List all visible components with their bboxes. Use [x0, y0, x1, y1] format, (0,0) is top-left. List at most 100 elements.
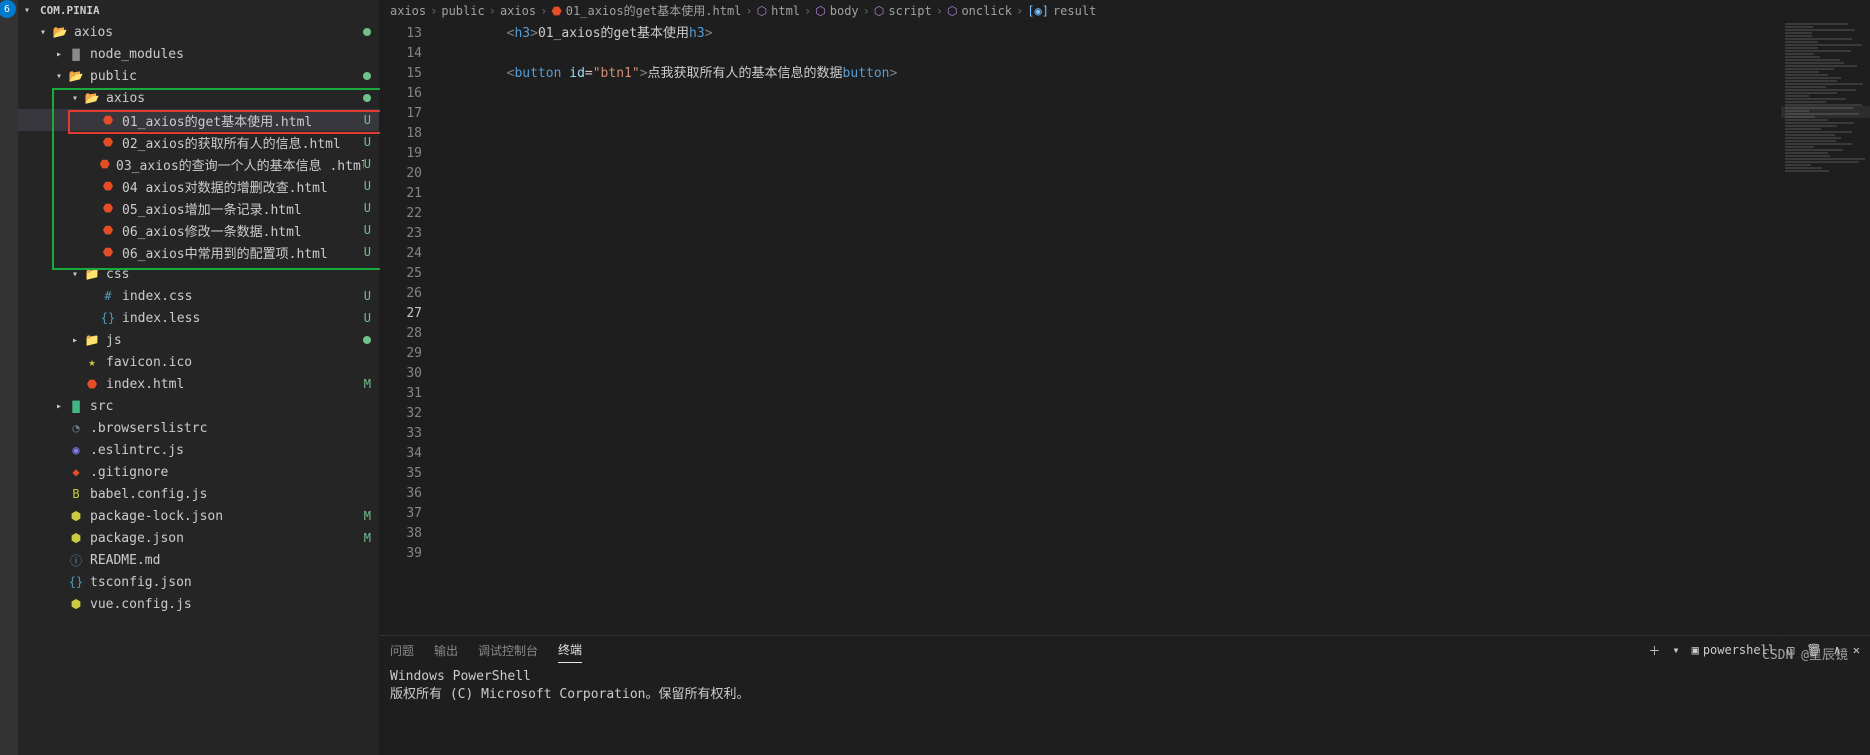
file-tree-item[interactable]: ▸▇src: [18, 395, 379, 417]
maximize-panel-icon[interactable]: ∧: [1834, 643, 1841, 657]
breadcrumb[interactable]: axios › public › axios › ⬣01_axios的get基本使用.htm…: [380, 0, 1870, 22]
file-label: vue.config.js: [90, 597, 192, 612]
file-label: 06_axios修改一条数据.html: [122, 221, 302, 240]
chevron-right-icon: ›: [1016, 4, 1023, 18]
panel-tab-problems[interactable]: 问题: [390, 638, 414, 663]
panel-tabs[interactable]: 问题 输出 调试控制台 终端 ＋ ▾ ▣ powershell ◫ 🗑 ∧ ✕: [380, 636, 1870, 664]
file-label: README.md: [90, 553, 160, 568]
editor[interactable]: 1314151617181920212223242526272829303132…: [380, 22, 1870, 635]
file-label: 01_axios的get基本使用.html: [122, 111, 312, 130]
terminal-shell-button[interactable]: ▣ powershell: [1692, 643, 1775, 657]
breadcrumb-label: script: [888, 4, 931, 18]
panel-tab-debug[interactable]: 调试控制台: [478, 638, 538, 663]
file-tree-item[interactable]: ▾📂axios: [18, 87, 379, 109]
file-tree-item[interactable]: ▾📂public: [18, 65, 379, 87]
chevron-icon: ▾: [40, 27, 52, 38]
html-icon: ⬣: [551, 4, 561, 18]
line-number: 33: [380, 424, 422, 444]
breadcrumb-item[interactable]: ⬡ script: [874, 4, 932, 18]
chevron-right-icon: ›: [804, 4, 811, 18]
file-tree-item[interactable]: ⬣01_axios的get基本使用.htmlU: [18, 109, 379, 131]
file-label: axios: [74, 25, 113, 40]
terminal-body[interactable]: Windows PowerShell 版权所有 (C) Microsoft Co…: [380, 664, 1870, 755]
file-tree-item[interactable]: ◉.eslintrc.js: [18, 439, 379, 461]
chevron-right-icon: ›: [936, 4, 943, 18]
file-tree-item[interactable]: #index.cssU: [18, 285, 379, 307]
file-tree-item[interactable]: ⬣index.htmlM: [18, 373, 379, 395]
file-label: package-lock.json: [90, 509, 223, 524]
line-number: 21: [380, 184, 422, 204]
symbol-icon: ⬡: [874, 4, 884, 18]
file-label: 03_axios的查询一个人的基本信息 .html: [116, 155, 364, 174]
split-terminal-icon[interactable]: ◫: [1787, 643, 1794, 657]
powershell-icon: ▣: [1692, 643, 1699, 657]
terminal-line: 版权所有 (C) Microsoft Corporation。保留所有权利。: [390, 686, 1860, 704]
panel-tab-terminal[interactable]: 终端: [558, 637, 582, 663]
terminal-line: Windows PowerShell: [390, 668, 1860, 686]
breadcrumb-item[interactable]: ⬣01_axios的get基本使用.html: [551, 2, 741, 19]
kill-terminal-icon[interactable]: 🗑: [1806, 643, 1821, 657]
breadcrumb-item[interactable]: ⬡body: [815, 4, 858, 18]
breadcrumb-item[interactable]: public: [441, 4, 484, 18]
variable-icon: [◉]: [1027, 4, 1049, 18]
chevron-icon: ▸: [56, 49, 68, 60]
file-tree-item[interactable]: ⬣06_axios修改一条数据.htmlU: [18, 219, 379, 241]
file-label: 06_axios中常用到的配置项.html: [122, 243, 328, 262]
breadcrumb-item[interactable]: [◉]result: [1027, 4, 1096, 18]
file-label: src: [90, 399, 113, 414]
file-tree-item[interactable]: Bbabel.config.js: [18, 483, 379, 505]
file-tree-item[interactable]: ⬢package-lock.jsonM: [18, 505, 379, 527]
line-number: 32: [380, 404, 422, 424]
file-label: node_modules: [90, 47, 184, 62]
file-label: js: [106, 333, 122, 348]
terminal-split-dropdown-icon[interactable]: ▾: [1672, 643, 1679, 657]
file-tree-item[interactable]: ⓘREADME.md: [18, 549, 379, 571]
breadcrumb-item[interactable]: axios: [390, 4, 426, 18]
minimap[interactable]: [1780, 22, 1870, 635]
code-area[interactable]: <h3>01_axios的get基本使用h3> <button id="btn1…: [440, 22, 1780, 635]
chevron-right-icon: ›: [863, 4, 870, 18]
line-number: 25: [380, 264, 422, 284]
breadcrumb-item[interactable]: ⬡onclick: [947, 4, 1012, 18]
terminal-panel: 问题 输出 调试控制台 终端 ＋ ▾ ▣ powershell ◫ 🗑 ∧ ✕: [380, 635, 1870, 755]
breadcrumb-item[interactable]: axios: [500, 4, 536, 18]
new-terminal-icon[interactable]: ＋: [1648, 642, 1660, 659]
file-tree-item[interactable]: {}index.lessU: [18, 307, 379, 329]
breadcrumb-item[interactable]: ⬡html: [757, 4, 800, 18]
file-tree-item[interactable]: ◆.gitignore: [18, 461, 379, 483]
terminal-shell-label: powershell: [1703, 643, 1775, 657]
symbol-icon: ⬡: [815, 4, 825, 18]
sidebar-title-text: COM.PINIA: [40, 4, 100, 17]
file-label: babel.config.js: [90, 487, 207, 502]
file-tree-item[interactable]: ⬢package.jsonM: [18, 527, 379, 549]
file-tree-item[interactable]: ⬣03_axios的查询一个人的基本信息 .htmlU: [18, 153, 379, 175]
panel-tab-output[interactable]: 输出: [434, 638, 458, 663]
file-tree-item[interactable]: ⬣02_axios的获取所有人的信息.htmlU: [18, 131, 379, 153]
file-label: favicon.ico: [106, 355, 192, 370]
file-label: axios: [106, 91, 145, 106]
file-tree-item[interactable]: ◔.browserslistrc: [18, 417, 379, 439]
file-tree-item[interactable]: ⬣04 axios对数据的增删改查.htmlU: [18, 175, 379, 197]
file-tree-item[interactable]: ▸▇node_modules: [18, 43, 379, 65]
close-panel-icon[interactable]: ✕: [1853, 643, 1860, 657]
chevron-icon: ▾: [72, 269, 84, 280]
file-label: 02_axios的获取所有人的信息.html: [122, 133, 341, 152]
file-tree-item[interactable]: ⬢vue.config.js: [18, 593, 379, 615]
chevron-icon: ▸: [56, 401, 68, 412]
file-tree-item[interactable]: ▾📁css: [18, 263, 379, 285]
file-tree-item[interactable]: ⬣05_axios增加一条记录.htmlU: [18, 197, 379, 219]
file-tree-item[interactable]: ▾📂axios: [18, 21, 379, 43]
line-number: 28: [380, 324, 422, 344]
file-tree-item[interactable]: ⬣06_axios中常用到的配置项.htmlU: [18, 241, 379, 263]
file-tree-item[interactable]: ★favicon.ico: [18, 351, 379, 373]
sidebar-title[interactable]: ▾ COM.PINIA: [18, 0, 379, 21]
file-tree-item[interactable]: ▸📁js: [18, 329, 379, 351]
line-number: 27: [380, 304, 422, 324]
file-tree[interactable]: ▾📂axios▸▇node_modules▾📂public▾📂axios⬣01_…: [18, 21, 379, 755]
line-number: 35: [380, 464, 422, 484]
line-number: 38: [380, 524, 422, 544]
line-number: 23: [380, 224, 422, 244]
file-tree-item[interactable]: {}tsconfig.json: [18, 571, 379, 593]
file-label: css: [106, 267, 129, 282]
line-number: 26: [380, 284, 422, 304]
